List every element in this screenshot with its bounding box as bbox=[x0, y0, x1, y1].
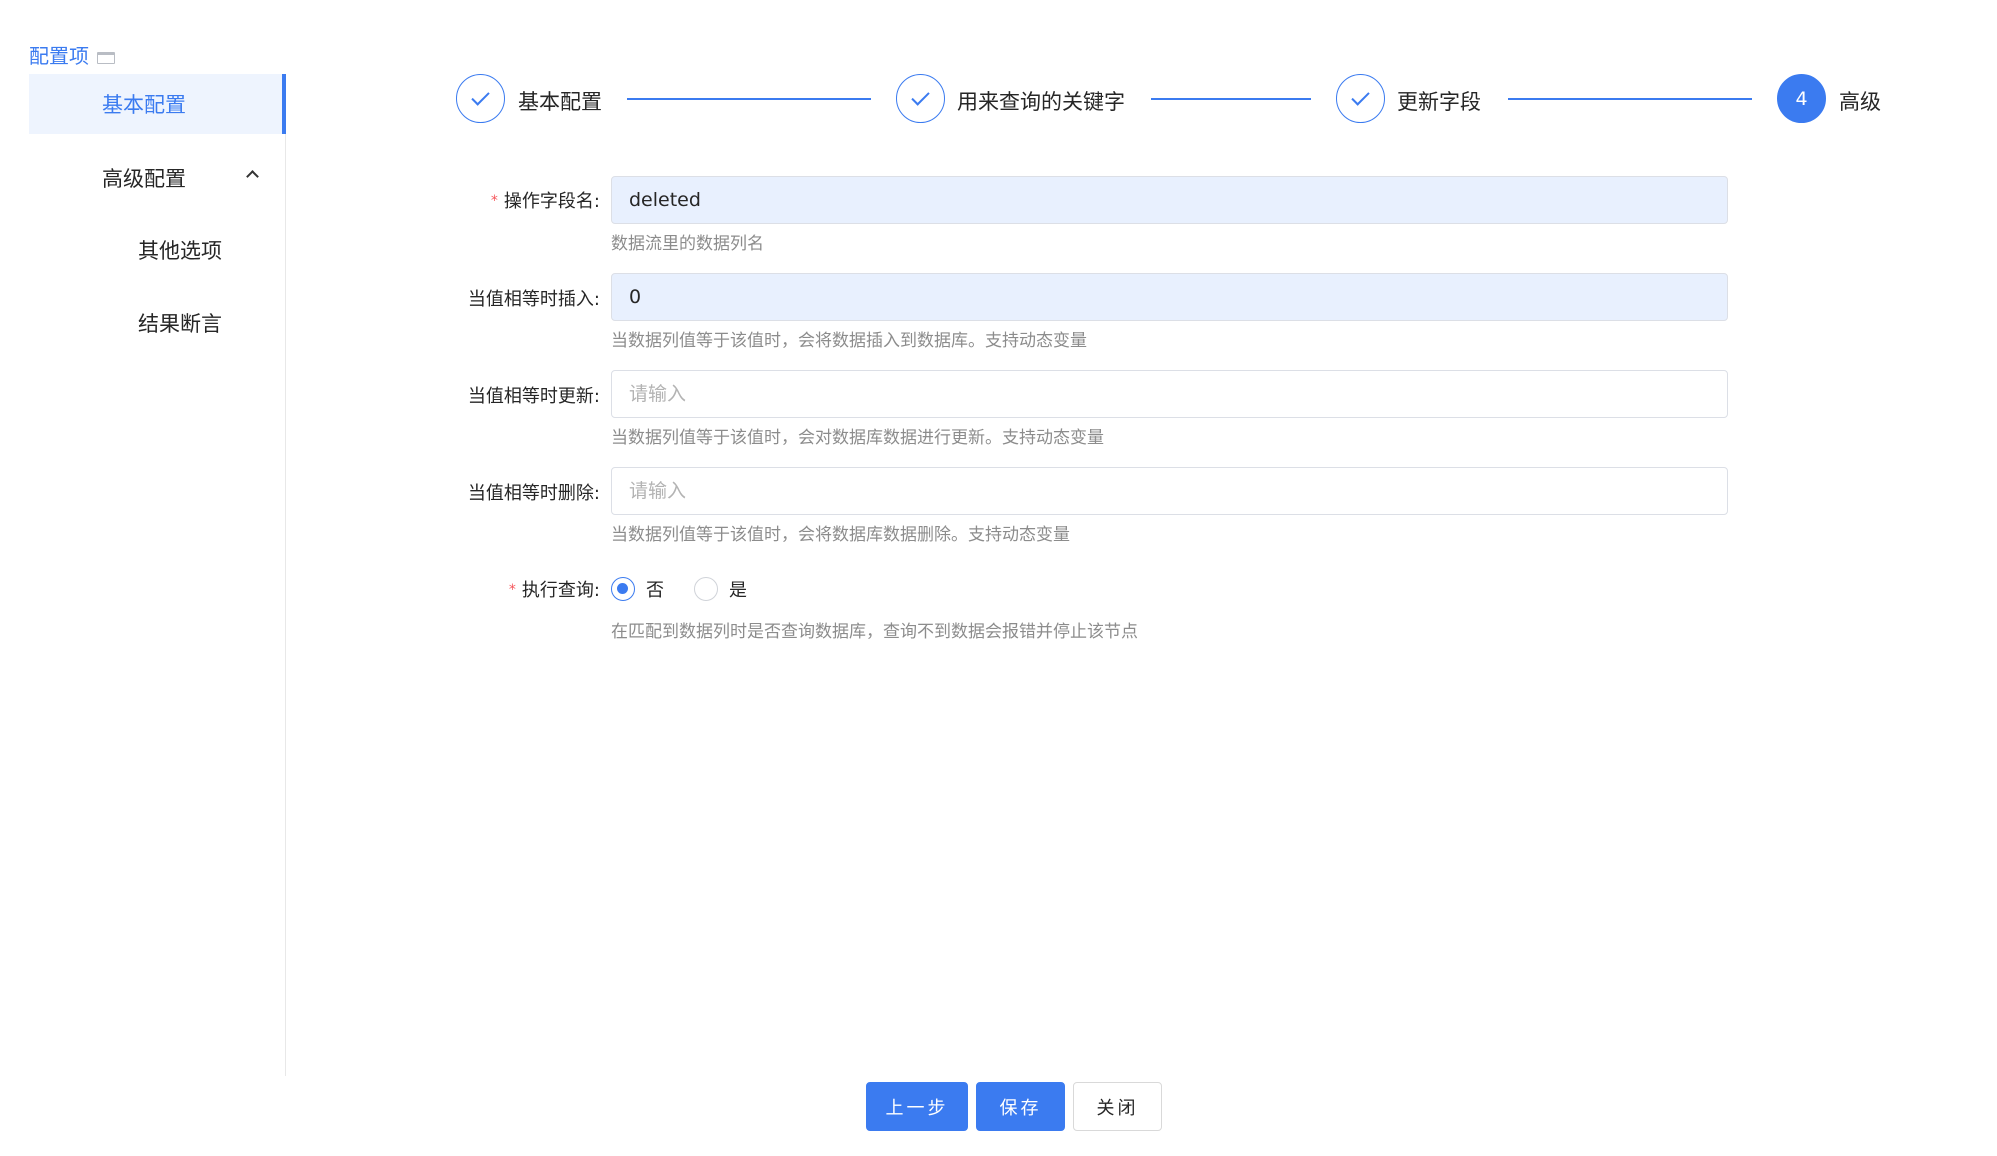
prev-step-button[interactable]: 上一步 bbox=[866, 1082, 968, 1131]
step-3-label: 更新字段 bbox=[1397, 90, 1481, 114]
execute-query-label: * 执行查询: bbox=[0, 576, 600, 602]
step-connector bbox=[1508, 98, 1752, 100]
delete-when-equal-input[interactable] bbox=[611, 467, 1728, 515]
step-connector bbox=[1151, 98, 1311, 100]
required-mark: * bbox=[490, 193, 498, 209]
steps-bar: 基本配置 用来查询的关键字 更新字段 4 高级 bbox=[0, 0, 1997, 200]
update-when-equal-input[interactable] bbox=[611, 370, 1728, 418]
sidebar-item-other-options[interactable]: 其他选项 bbox=[29, 220, 286, 280]
insert-when-equal-input[interactable] bbox=[611, 273, 1728, 321]
step-2-done-icon bbox=[896, 74, 945, 123]
step-1-done-icon bbox=[456, 74, 505, 123]
sidebar-item-label: 结果断言 bbox=[138, 312, 222, 336]
delete-when-equal-label: 当值相等时删除: bbox=[467, 483, 600, 504]
field-name-input[interactable] bbox=[611, 176, 1728, 224]
step-4-current-indicator: 4 bbox=[1777, 74, 1826, 123]
check-icon bbox=[1351, 86, 1370, 106]
required-mark: * bbox=[508, 582, 516, 598]
save-button[interactable]: 保存 bbox=[976, 1082, 1065, 1131]
radio-unchecked-icon[interactable] bbox=[694, 577, 718, 601]
field-name-label-text: 操作字段名: bbox=[503, 191, 600, 212]
radio-option-no[interactable]: 否 bbox=[611, 576, 664, 602]
step-1-label: 基本配置 bbox=[518, 90, 602, 114]
execute-query-label-text: 执行查询: bbox=[521, 580, 600, 601]
close-button[interactable]: 关闭 bbox=[1073, 1082, 1162, 1131]
sidebar: 基本配置 高级配置 其他选项 结果断言 bbox=[0, 74, 286, 1076]
step-4-number: 4 bbox=[1795, 87, 1808, 110]
step-2-label: 用来查询的关键字 bbox=[957, 90, 1125, 114]
sidebar-item-label: 其他选项 bbox=[138, 239, 222, 263]
field-name-label: * 操作字段名: bbox=[0, 187, 600, 213]
insert-when-equal-label: 当值相等时插入: bbox=[467, 289, 600, 310]
execute-query-help: 在匹配到数据列时是否查询数据库，查询不到数据会报错并停止该节点 bbox=[611, 622, 1138, 642]
check-icon bbox=[471, 86, 490, 106]
step-3-done-icon bbox=[1336, 74, 1385, 123]
update-when-equal-label: 当值相等时更新: bbox=[467, 386, 600, 407]
field-name-help: 数据流里的数据列名 bbox=[611, 234, 764, 254]
radio-option-label: 是 bbox=[729, 580, 747, 601]
delete-when-equal-help: 当数据列值等于该值时，会将数据库数据删除。支持动态变量 bbox=[611, 525, 1070, 545]
step-4-label: 高级 bbox=[1839, 90, 1881, 114]
check-icon bbox=[911, 86, 930, 106]
insert-when-equal-help: 当数据列值等于该值时，会将数据插入到数据库。支持动态变量 bbox=[611, 331, 1087, 351]
page-root: 配置项 基本配置 高级配置 其他选项 结果断言 基本配置 用来查询的关键字 更新… bbox=[0, 0, 1997, 1156]
execute-query-radio-group: 否 是 bbox=[611, 576, 777, 602]
radio-option-yes[interactable]: 是 bbox=[694, 576, 747, 602]
radio-checked-icon[interactable] bbox=[611, 577, 635, 601]
step-connector bbox=[627, 98, 871, 100]
radio-option-label: 否 bbox=[646, 580, 664, 601]
update-when-equal-help: 当数据列值等于该值时，会对数据库数据进行更新。支持动态变量 bbox=[611, 428, 1104, 448]
